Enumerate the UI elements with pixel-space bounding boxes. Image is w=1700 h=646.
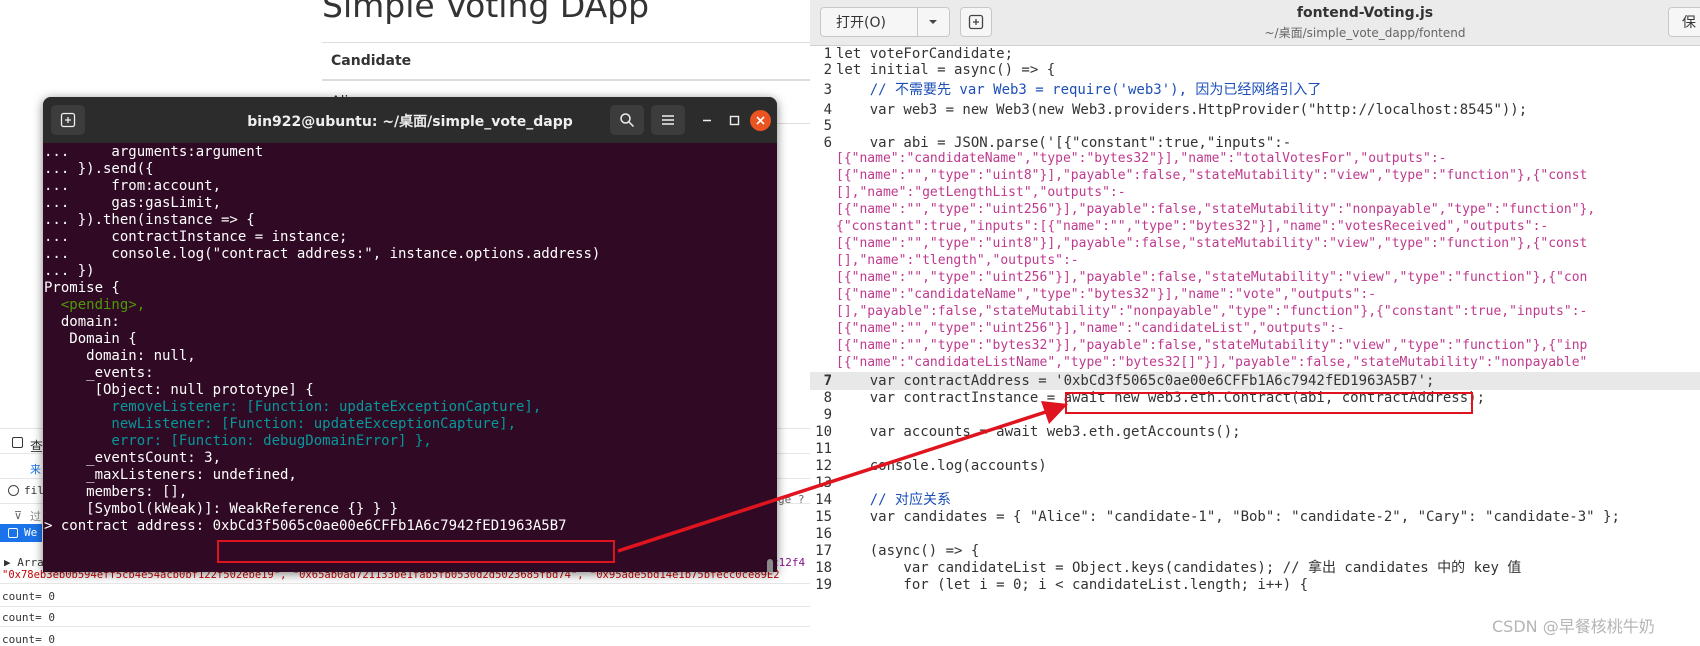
- console-side-text-2: ge ?: [778, 493, 805, 506]
- code-line: 12 console.log(accounts): [815, 458, 1047, 474]
- terminal-line: ... from:account,: [44, 178, 222, 194]
- terminal-header[interactable]: bin922@ubuntu: ~/桌面/simple_vote_dapp: [43, 97, 777, 143]
- terminal-line: error: [Function: debugDomainError] },: [44, 433, 432, 449]
- terminal-line: ... gas:gasLimit,: [44, 195, 222, 211]
- code-line-current: 7 var contractAddress = '0xbCd3f5065c0ae…: [810, 372, 1700, 390]
- terminal-window[interactable]: bin922@ubuntu: ~/桌面/simple_vote_dapp ...…: [43, 97, 777, 572]
- code-line: 13: [815, 475, 832, 491]
- code-line: 9: [823, 407, 832, 423]
- close-icon: [756, 116, 765, 125]
- close-button[interactable]: [750, 110, 771, 131]
- code-editor[interactable]: 1 let voteForCandidate; 2 let initial = as…: [810, 45, 1700, 644]
- abi-continuation: [],"name":"getLengthList","outputs":-: [836, 185, 1126, 200]
- terminal-line: ... contractInstance = instance;: [44, 229, 348, 245]
- terminal-line: newListener: [Function: updateExceptionC…: [44, 416, 517, 432]
- terminal-line: [Object: null prototype] {: [44, 382, 314, 398]
- code-line-comment: 14 // 对应关系: [815, 492, 952, 508]
- code-line: 15 var candidates = { "Alice": "candidat…: [815, 509, 1620, 525]
- terminal-line: domain:: [44, 314, 120, 330]
- terminal-line: ... arguments:argument: [44, 144, 264, 160]
- editor-address-highlight: [1065, 392, 1473, 414]
- abi-continuation: [],"payable":false,"stateMutability":"no…: [836, 304, 1588, 319]
- terminal-line: ... }).then(instance => {: [44, 212, 255, 228]
- terminal-line: removeListener: [Function: updateExcepti…: [44, 399, 542, 415]
- search-button[interactable]: [610, 105, 644, 135]
- devtools-filter[interactable]: 过: [30, 508, 41, 524]
- open-button[interactable]: 打开(O): [820, 7, 918, 37]
- devtools-item[interactable]: 来: [30, 461, 41, 477]
- terminal-line: > contract address: 0xbCd3f5065c0ae00e6C…: [44, 518, 567, 534]
- menu-button[interactable]: [651, 105, 685, 135]
- code-line: 17 (async() => {: [815, 543, 980, 559]
- console-count-line: count= 0: [2, 633, 55, 646]
- minimize-button[interactable]: [697, 110, 717, 130]
- maximize-button[interactable]: [724, 110, 744, 130]
- terminal-line: Promise {: [44, 280, 120, 296]
- terminal-line: domain: null,: [44, 348, 196, 364]
- new-document-button[interactable]: [960, 7, 992, 37]
- terminal-line: <pending>,: [44, 297, 146, 313]
- terminal-output[interactable]: ... arguments:argument ... }).send({ ...…: [43, 143, 777, 572]
- table-header-candidate: Candidate: [322, 42, 822, 81]
- open-dropdown-button[interactable]: [918, 7, 950, 37]
- filter-icon[interactable]: ⊽: [14, 509, 22, 522]
- search-icon: [620, 113, 635, 128]
- terminal-line: members: [],: [44, 484, 188, 500]
- abi-continuation: {"constant":true,"inputs":[{"name":"","t…: [836, 219, 1549, 234]
- terminal-line: _events:: [44, 365, 154, 381]
- maximize-icon: [729, 115, 740, 126]
- terminal-line: ... }).send({: [44, 161, 154, 177]
- abi-continuation: [{"name":"","type":"uint256"}],"payable"…: [836, 202, 1596, 217]
- abi-continuation: [{"name":"candidateListName","type":"byt…: [836, 355, 1588, 370]
- new-document-icon: [968, 14, 984, 30]
- code-line: 18 var candidateList = Object.keys(candi…: [815, 560, 1522, 576]
- abi-continuation: [],"name":"tlength","outputs":-: [836, 253, 1079, 268]
- console-count-line: count= 0: [2, 611, 55, 624]
- abi-continuation: [{"name":"candidateName","type":"bytes32…: [836, 287, 1377, 302]
- abi-continuation: [{"name":"candidateName","type":"bytes32…: [836, 151, 1447, 166]
- code-line: 16: [815, 526, 832, 542]
- abi-continuation: [{"name":"","type":"uint8"}],"payable":f…: [836, 168, 1588, 183]
- save-button[interactable]: 保: [1668, 7, 1700, 37]
- code-line: 4 var web3 = new Web3(new Web3.providers…: [823, 102, 1528, 118]
- code-line-comment: 3 // 不需要先 var Web3 = require('web3'), 因为…: [823, 82, 1322, 98]
- watermark: CSDN @早餐核桃牛奶: [1492, 617, 1655, 636]
- console-array[interactable]: ▶ Arra: [4, 556, 44, 569]
- terminal-line: ... }): [44, 263, 95, 279]
- abi-continuation: [{"name":"","type":"uint256"}],"payable"…: [836, 270, 1588, 285]
- editor-header: fontend-Voting.js ~/桌面/simple_vote_dapp/…: [810, 0, 1700, 46]
- devtools-item[interactable]: We: [24, 526, 37, 539]
- terminal-line: Domain {: [44, 331, 137, 347]
- devtools-item-icon: [8, 528, 18, 538]
- globe-icon: [8, 485, 19, 496]
- devtools-console-icon[interactable]: [12, 437, 23, 448]
- terminal-line: ... console.log("contract address:", ins…: [44, 246, 601, 262]
- code-line: 2 let initial = async() => {: [823, 62, 1056, 78]
- terminal-scrollbar[interactable]: [767, 559, 773, 572]
- terminal-line: _eventsCount: 3,: [44, 450, 222, 466]
- abi-continuation: [{"name":"","type":"uint8"}],"payable":f…: [836, 236, 1588, 251]
- terminal-address-highlight: [217, 540, 615, 563]
- hamburger-icon: [662, 115, 674, 125]
- minimize-icon: [703, 119, 711, 122]
- terminal-line: _maxListeners: undefined,: [44, 467, 297, 483]
- abi-continuation: [{"name":"","type":"uint256"}],"name":"c…: [836, 321, 1345, 336]
- abi-continuation: [{"name":"","type":"bytes32"}],"payable"…: [836, 338, 1588, 353]
- code-line: 6 var abi = JSON.parse('[{"constant":tru…: [823, 135, 1292, 151]
- terminal-line: [Symbol(kWeak)]: WeakReference {} } }: [44, 501, 399, 517]
- code-line: 19 for (let i = 0; i < candidateList.len…: [815, 577, 1309, 593]
- gedit-window[interactable]: fontend-Voting.js ~/桌面/simple_vote_dapp/…: [810, 0, 1700, 644]
- code-line: 11: [815, 441, 832, 457]
- chevron-down-icon: [929, 20, 937, 24]
- console-count-line: count= 0: [2, 590, 55, 603]
- page-title: Simple Voting DApp: [322, 0, 650, 25]
- code-line: 5: [823, 118, 832, 134]
- code-line: 10 var accounts = await web3.eth.getAcco…: [815, 424, 1241, 440]
